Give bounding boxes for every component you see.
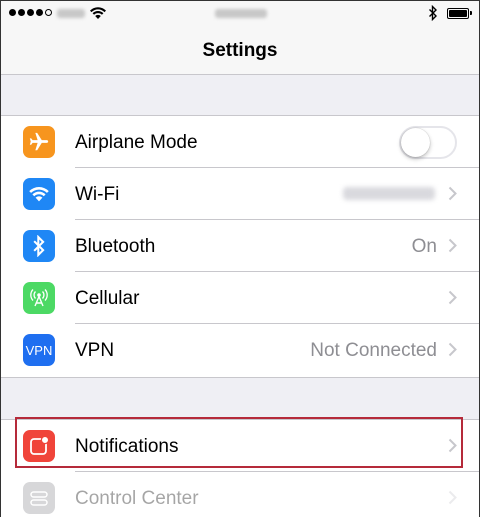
settings-group-system: Notifications Control Center	[1, 419, 479, 517]
status-bar	[1, 1, 479, 27]
settings-group-connectivity: Airplane Mode Wi-Fi Bluetooth On Cellula…	[1, 115, 479, 378]
chevron-right-icon	[448, 238, 457, 253]
settings-row-wifi[interactable]: Wi-Fi	[1, 168, 479, 220]
carrier-name-redacted	[57, 9, 85, 18]
signal-strength-icon	[9, 9, 52, 16]
row-label: Notifications	[75, 436, 179, 457]
settings-row-airplane-mode[interactable]: Airplane Mode	[1, 116, 479, 168]
row-label: Wi-Fi	[75, 184, 120, 205]
row-label: Airplane Mode	[75, 132, 198, 153]
settings-row-control-center[interactable]: Control Center	[1, 472, 479, 517]
notifications-icon	[23, 430, 55, 462]
toggle-knob	[401, 128, 430, 157]
bluetooth-status-value: On	[411, 236, 437, 257]
settings-row-notifications[interactable]: Notifications	[1, 420, 479, 472]
clock-redacted	[215, 9, 267, 18]
bluetooth-icon	[23, 230, 55, 262]
chevron-right-icon	[448, 342, 457, 357]
row-label: Bluetooth	[75, 236, 156, 257]
airplane-icon	[23, 126, 55, 158]
wifi-icon	[23, 178, 55, 210]
vpn-status-value: Not Connected	[310, 340, 437, 361]
airplane-mode-toggle[interactable]	[399, 126, 457, 159]
vpn-icon-text: VPN	[25, 342, 53, 358]
row-label: Control Center	[75, 488, 199, 509]
navigation-bar: Settings	[1, 27, 479, 75]
page-title: Settings	[202, 39, 278, 61]
control-center-icon	[23, 482, 55, 514]
bluetooth-status-icon	[429, 5, 437, 21]
settings-row-bluetooth[interactable]: Bluetooth On	[1, 220, 479, 272]
chevron-right-icon	[448, 290, 457, 305]
chevron-right-icon	[448, 186, 457, 201]
battery-icon	[447, 8, 472, 19]
wifi-status-icon	[90, 7, 106, 19]
row-label: VPN	[75, 340, 115, 361]
chevron-right-icon	[448, 490, 457, 505]
settings-row-vpn[interactable]: VPN VPN Not Connected	[1, 324, 479, 376]
wifi-network-name-redacted	[343, 187, 435, 200]
cellular-icon	[23, 282, 55, 314]
settings-row-cellular[interactable]: Cellular	[1, 272, 479, 324]
vpn-icon: VPN	[23, 334, 55, 366]
row-label: Cellular	[75, 288, 140, 309]
chevron-right-icon	[448, 438, 457, 453]
